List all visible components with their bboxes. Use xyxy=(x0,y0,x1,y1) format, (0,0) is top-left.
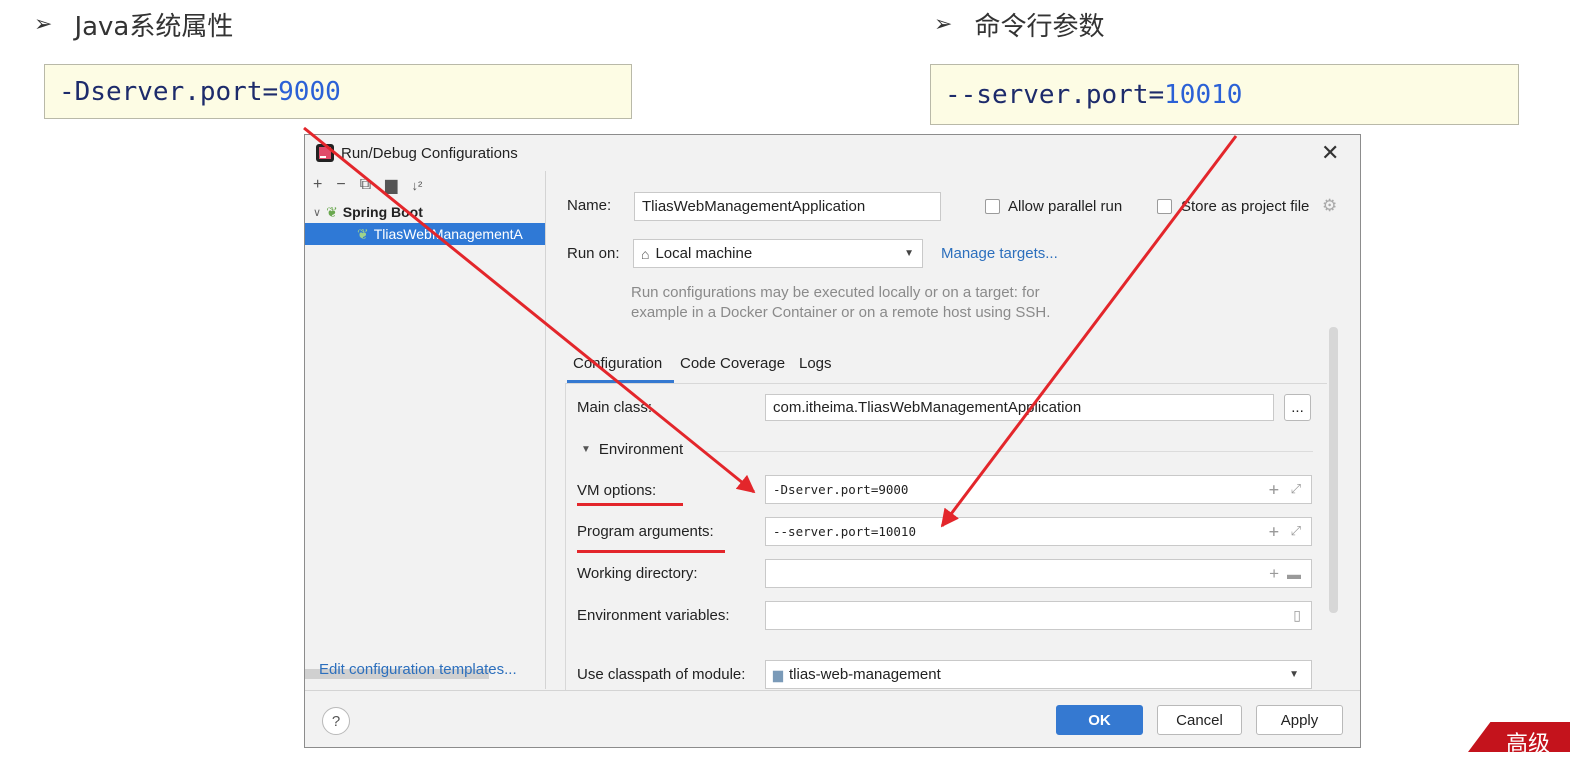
annotation-arrows xyxy=(303,126,1238,528)
arrow-vm-options xyxy=(303,126,756,494)
arrow-program-arguments xyxy=(940,135,1238,528)
corner-badge-text: 高级 xyxy=(1506,732,1551,757)
